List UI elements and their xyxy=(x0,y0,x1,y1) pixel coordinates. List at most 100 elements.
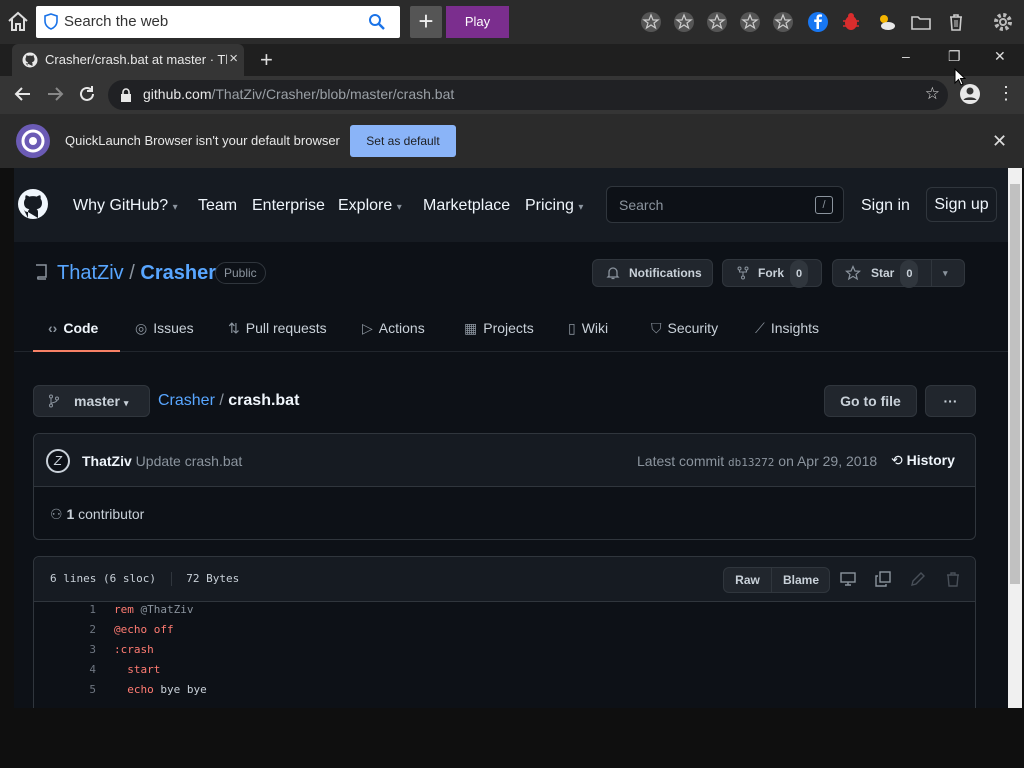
nav-explore[interactable]: Explore ▾ xyxy=(338,197,402,215)
bug-icon[interactable] xyxy=(840,11,862,33)
sign-up-button[interactable]: Sign up xyxy=(926,187,997,222)
folder-icon[interactable] xyxy=(910,11,932,33)
file-breadcrumb: Crasher / crash.bat xyxy=(158,392,300,409)
tab-actions[interactable]: ▷ Actions xyxy=(362,320,425,337)
search-icon[interactable] xyxy=(368,13,386,31)
blame-button[interactable]: Blame xyxy=(772,568,830,592)
chevron-down-icon: ▾ xyxy=(578,202,584,213)
star-bookmark-icon-5[interactable] xyxy=(772,11,794,33)
nav-team[interactable]: Team xyxy=(198,197,237,215)
nav-why-github[interactable]: Why GitHub? ▾ xyxy=(73,197,178,215)
reload-icon[interactable] xyxy=(77,84,97,104)
star-dropdown-chevron-icon[interactable]: ▾ xyxy=(943,260,948,286)
history-link[interactable]: ⟲ History xyxy=(891,452,955,469)
branch-icon xyxy=(48,394,60,408)
delete-icon[interactable] xyxy=(945,571,961,587)
tab-security[interactable]: ⛉ Security xyxy=(651,320,718,337)
repo-name-link[interactable]: Crasher xyxy=(140,262,216,284)
sign-in-link[interactable]: Sign in xyxy=(861,197,910,215)
go-to-file-button[interactable]: Go to file xyxy=(824,385,917,417)
more-options-button[interactable]: ··· xyxy=(925,385,976,417)
search-shortcut-key: / xyxy=(815,196,833,214)
commit-hash-link[interactable]: db13272 xyxy=(728,456,774,469)
forward-icon[interactable] xyxy=(45,84,65,104)
table-icon: ▦ xyxy=(464,320,478,336)
github-logo-icon[interactable] xyxy=(17,188,49,220)
code-icon: ‹› xyxy=(48,320,58,336)
tab-code[interactable]: ‹› Code xyxy=(48,320,98,336)
book-icon: ▯ xyxy=(568,320,576,336)
tab-close-icon[interactable]: × xyxy=(229,50,238,67)
fork-icon xyxy=(736,266,750,280)
raw-blame-group: Raw Blame xyxy=(723,567,830,593)
commit-author-link[interactable]: ThatZiv xyxy=(82,453,132,469)
tab-title: Crasher/crash.bat at master · ThatZiv/Cr… xyxy=(45,52,227,67)
star-bookmark-icon-3[interactable] xyxy=(706,11,728,33)
author-avatar[interactable]: Z xyxy=(46,449,70,473)
infobar-close-icon[interactable]: ✕ xyxy=(992,131,1007,152)
issue-icon: ◎ xyxy=(135,320,148,336)
star-button[interactable]: Star 0 ▾ xyxy=(832,259,965,288)
copy-icon[interactable] xyxy=(875,571,891,587)
pull-request-icon: ⇅ xyxy=(228,320,240,336)
repo-title: ThatZiv / Crasher xyxy=(57,262,216,284)
restore-button[interactable]: ❐ xyxy=(948,48,961,65)
url-host: github.com xyxy=(143,86,212,102)
chevron-down-icon: ▾ xyxy=(172,202,178,213)
web-search-box[interactable]: Search the web xyxy=(36,6,400,38)
commit-message-link[interactable]: Update crash.bat xyxy=(136,453,243,469)
nav-enterprise[interactable]: Enterprise xyxy=(252,197,325,215)
fork-button[interactable]: Fork 0 xyxy=(722,259,822,288)
chevron-down-icon: ▾ xyxy=(123,398,129,408)
set-as-default-button[interactable]: Set as default xyxy=(350,125,456,157)
nav-marketplace[interactable]: Marketplace xyxy=(423,197,510,215)
browser-tab-active[interactable]: Crasher/crash.bat at master · ThatZiv/Cr… xyxy=(12,44,244,76)
settings-gear-icon[interactable] xyxy=(992,11,1014,33)
latest-commit-info: Latest commit db13272 on Apr 29, 2018 xyxy=(637,453,878,469)
history-clock-icon: ⟲ xyxy=(891,452,903,468)
home-icon[interactable] xyxy=(6,10,30,34)
fork-count: 0 xyxy=(790,260,809,288)
breadcrumb-repo-link[interactable]: Crasher xyxy=(158,392,215,409)
github-search-input[interactable]: Search / xyxy=(606,186,844,223)
nav-pricing[interactable]: Pricing ▾ xyxy=(525,197,583,215)
minimize-button[interactable]: – xyxy=(902,48,910,64)
address-bar[interactable]: github.com/ThatZiv/Crasher/blob/master/c… xyxy=(108,80,948,110)
github-search-placeholder: Search xyxy=(619,197,664,213)
infobar-message: QuickLaunch Browser isn't your default b… xyxy=(65,133,340,148)
add-icon[interactable]: + xyxy=(410,6,442,38)
chevron-down-icon: ▾ xyxy=(396,202,402,213)
back-icon[interactable] xyxy=(13,84,33,104)
desktop-icon[interactable] xyxy=(840,571,856,587)
facebook-icon[interactable] xyxy=(807,11,829,33)
tab-projects[interactable]: ▦ Projects xyxy=(464,320,534,337)
shield-icon xyxy=(44,13,58,30)
star-bookmark-icon-1[interactable] xyxy=(640,11,662,33)
weather-icon[interactable] xyxy=(875,11,897,33)
star-bookmark-icon-2[interactable] xyxy=(673,11,695,33)
repo-owner-link[interactable]: ThatZiv xyxy=(57,262,124,284)
profile-icon[interactable] xyxy=(959,83,981,105)
web-search-placeholder: Search the web xyxy=(64,13,169,30)
window-close-button[interactable]: ✕ xyxy=(994,48,1006,65)
code-area: 1 rem @ThatZiv 2 @echo off 3 :crash 4 st… xyxy=(89,603,207,696)
tab-wiki[interactable]: ▯ Wiki xyxy=(568,320,608,337)
visibility-badge: Public xyxy=(215,262,266,284)
tab-issues[interactable]: ◎ Issues xyxy=(135,320,194,337)
scrollbar-thumb[interactable] xyxy=(1010,184,1020,584)
notifications-button[interactable]: Notifications xyxy=(592,259,713,287)
bookmark-star-icon[interactable]: ☆ xyxy=(925,84,940,104)
url-path: /ThatZiv/Crasher/blob/master/crash.bat xyxy=(211,86,455,102)
branch-selector[interactable]: master ▾ xyxy=(33,385,150,417)
pencil-icon[interactable] xyxy=(910,571,926,587)
star-bookmark-icon-4[interactable] xyxy=(739,11,761,33)
menu-kebab-icon[interactable]: ⋮ xyxy=(997,83,1015,104)
new-tab-button[interactable]: + xyxy=(260,47,273,73)
raw-button[interactable]: Raw xyxy=(724,568,772,592)
play-button[interactable]: Play xyxy=(446,6,509,38)
tab-insights[interactable]: ⟋ Insights xyxy=(755,320,819,337)
tab-pull-requests[interactable]: ⇅ Pull requests xyxy=(228,320,327,337)
contributors-link[interactable]: ⚇ 1 contributor xyxy=(50,506,144,523)
star-count: 0 xyxy=(900,260,919,288)
trash-icon[interactable] xyxy=(945,11,967,33)
